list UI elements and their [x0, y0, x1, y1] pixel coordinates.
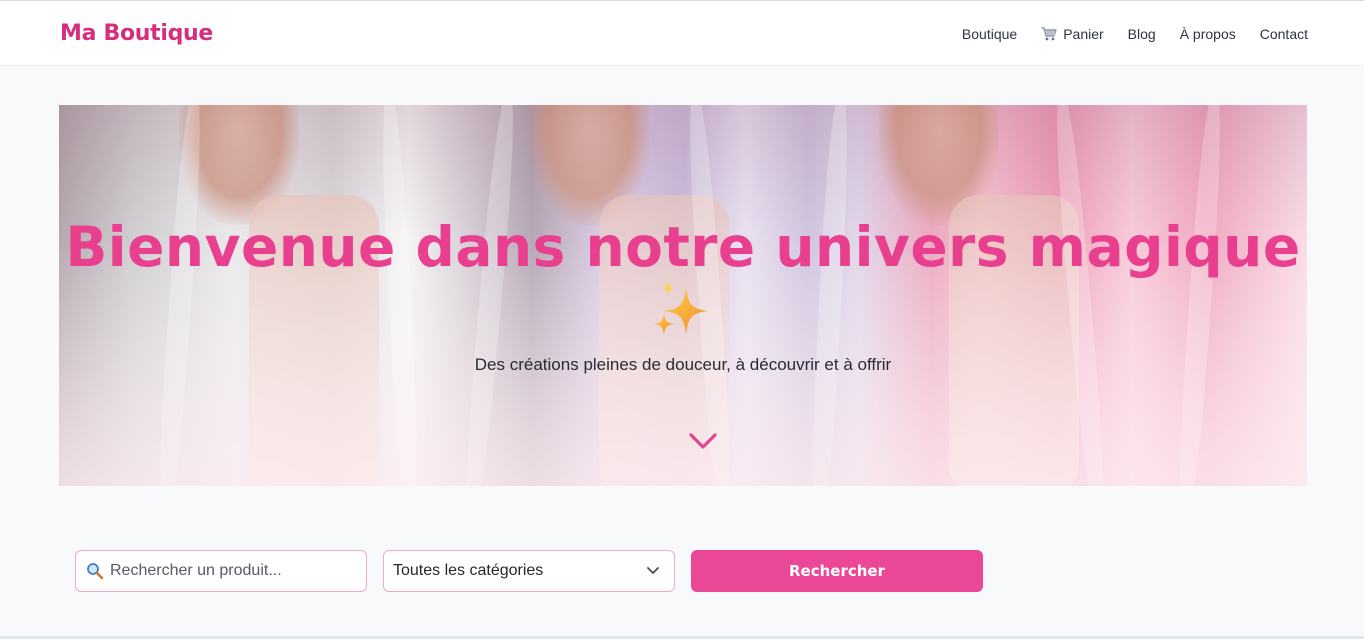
nav-item-label: Contact: [1259, 26, 1308, 42]
sparkles-icon: [654, 281, 708, 335]
chevron-down-icon[interactable]: [687, 430, 719, 452]
search-input[interactable]: [110, 562, 350, 580]
nav-item-contact[interactable]: Contact: [1260, 26, 1308, 42]
nav-item-label: Panier: [1063, 26, 1104, 42]
hero-banner: Bienvenue dans notre univers magique Des…: [59, 105, 1307, 486]
nav-item-boutique[interactable]: Boutique: [962, 26, 1017, 42]
nav-item-label: Blog: [1127, 26, 1156, 42]
category-select[interactable]: Toutes les catégories: [383, 550, 675, 592]
main-nav: Boutique Panier Blog À propos Contact: [938, 26, 1308, 42]
hero-title: Bienvenue dans notre univers magique: [65, 215, 1301, 279]
category-selected-value: Toutes les catégories: [393, 562, 544, 579]
hero-subtitle: Des créations pleines de douceur, à déco…: [474, 355, 892, 374]
search-button[interactable]: Rechercher: [691, 550, 983, 592]
site-header: Ma Boutique Boutique Panier Blog À propo…: [0, 1, 1364, 66]
nav-item-panier[interactable]: Panier: [1041, 26, 1104, 42]
chevron-down-icon: [647, 567, 659, 574]
cart-icon: [1041, 27, 1057, 41]
brand-logo[interactable]: Ma Boutique: [60, 21, 213, 46]
nav-item-label: À propos: [1179, 26, 1236, 42]
nav-item-blog[interactable]: Blog: [1128, 26, 1156, 42]
magnifier-icon: [87, 563, 104, 580]
search-field[interactable]: [75, 550, 367, 592]
nav-item-a-propos[interactable]: À propos: [1180, 26, 1236, 42]
nav-item-label: Boutique: [961, 26, 1018, 42]
